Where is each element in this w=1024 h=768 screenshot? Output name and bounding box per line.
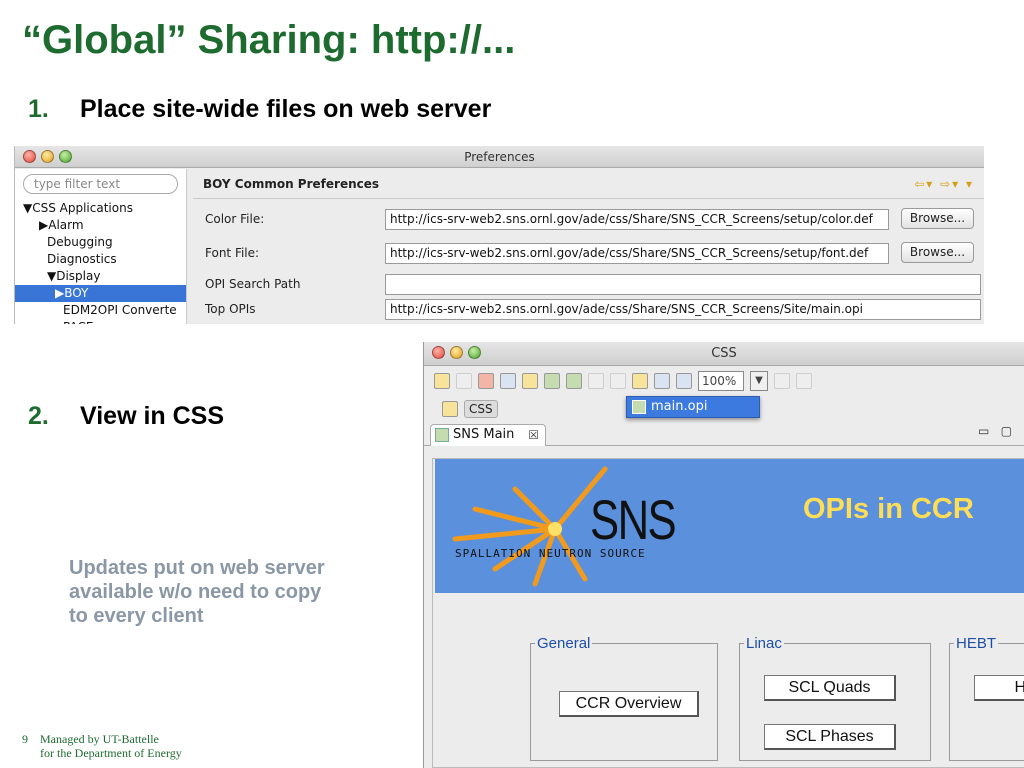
main-opi-menu-item[interactable]: main.opi [626, 396, 760, 418]
step-2: 2. View in CSS [28, 402, 224, 431]
tab-sns-main[interactable]: SNS Main ☒ [430, 424, 546, 446]
footer-line-2: for the Department of Energy [40, 746, 182, 760]
opi-display: SNS SPALLATION NEUTRON SOURCE OPIs in CC… [432, 458, 1024, 768]
pin-icon[interactable] [522, 373, 538, 389]
step-2-text: View in CSS [80, 402, 225, 430]
minimize-window-icon[interactable] [41, 150, 54, 163]
nav-back-icon[interactable] [774, 373, 790, 389]
zoom-level-field[interactable]: 100% [698, 371, 744, 391]
new-file-icon[interactable] [434, 373, 450, 389]
group-hebt: HEBT H [949, 635, 1024, 761]
page-title-text: BOY Common Preferences [203, 177, 380, 191]
group-linac: Linac SCL Quads SCL Phases [739, 635, 931, 761]
top-opis-field[interactable]: http://ics-srv-web2.sns.ornl.gov/ade/css… [385, 299, 981, 320]
tree-item[interactable]: Diagnostics [15, 251, 186, 268]
css-window: CSS 100% ▼ main.opi CSS SNS Main ☒ ▭ ▢ S… [423, 342, 1024, 768]
top-opis-row: Top OPIs http://ics-srv-web2.sns.ornl.go… [193, 297, 984, 321]
top-opis-label: Top OPIs [205, 302, 256, 316]
minimize-maximize-icons[interactable]: ▭ ▢ [978, 424, 1016, 438]
color-file-label: Color File: [205, 212, 265, 226]
preferences-window: Preferences type filter text ▼CSS Applic… [14, 146, 984, 324]
tab-label: SNS Main [453, 427, 515, 442]
open-perspective-icon[interactable] [442, 401, 458, 417]
top-opis-dropdown-icon[interactable] [566, 373, 582, 389]
footer: 9 Managed by UT-Battelle for the Departme… [22, 732, 182, 760]
tree-item[interactable]: ▼CSS Applications [15, 200, 186, 217]
banner-title: OPIs in CCR [803, 493, 974, 525]
step-1-text: Place site-wide files on web server [80, 95, 492, 123]
sns-logo-text: SNS [590, 488, 677, 551]
zoom-dropdown-icon[interactable]: ▼ [750, 371, 768, 391]
preferences-page-title: BOY Common Preferences ⇦▾ ⇨▾ ▾ [193, 169, 984, 199]
main-opi-label: main.opi [651, 399, 708, 414]
css-zoom-window-icon[interactable] [468, 346, 481, 359]
preferences-tree: ▼CSS Applications ▶Alarm Debugging Diagnost… [15, 200, 186, 324]
tree-item[interactable]: EDM2OPI Converte [15, 302, 186, 319]
tab-close-icon[interactable]: ☒ [528, 425, 539, 445]
tree-item[interactable]: ▶BOY [15, 285, 186, 302]
chart-icon[interactable] [544, 373, 560, 389]
step-2-number: 2. [28, 402, 49, 430]
updates-note: Updates put on web server available w/o … [69, 557, 325, 627]
group-general: General CCR Overview [530, 635, 718, 761]
color-file-field[interactable]: http://ics-srv-web2.sns.ornl.gov/ade/css… [385, 209, 889, 230]
font-file-row: Font File: http://ics-srv-web2.sns.ornl.… [193, 241, 984, 265]
scl-quads-button[interactable]: SCL Quads [764, 675, 896, 701]
group-hebt-label: HEBT [954, 635, 999, 652]
sns-banner: SNS SPALLATION NEUTRON SOURCE OPIs in CC… [435, 459, 1024, 593]
css-titlebar: CSS [424, 342, 1024, 366]
font-file-field[interactable]: http://ics-srv-web2.sns.ornl.gov/ade/css… [385, 243, 889, 264]
preferences-page: BOY Common Preferences ⇦▾ ⇨▾ ▾ Color Fil… [193, 169, 984, 324]
css-window-controls [432, 346, 481, 359]
preferences-titlebar: Preferences [15, 146, 984, 168]
zoom-window-icon[interactable] [59, 150, 72, 163]
ccr-overview-button[interactable]: CCR Overview [559, 691, 699, 717]
history-nav-icon[interactable]: ⇦▾ ⇨▾ ▾ [914, 169, 974, 199]
window-controls [23, 150, 72, 163]
undo-icon[interactable] [632, 373, 648, 389]
preferences-sidebar: type filter text ▼CSS Applications ▶Alarm… [15, 169, 187, 324]
group-general-label: General [535, 635, 593, 652]
tree-item[interactable]: Debugging [15, 234, 186, 251]
opi-tab-icon [435, 428, 449, 442]
step-1: 1. Place site-wide files on web server [28, 95, 491, 124]
slide-title: “Global” Sharing: http://... [22, 18, 516, 62]
editor-tab-bar: SNS Main ☒ ▭ ▢ [424, 422, 1024, 446]
opi-search-path-row: OPI Search Path [193, 272, 984, 296]
opi-search-path-field[interactable] [385, 274, 981, 295]
zoom-out-icon[interactable] [676, 373, 692, 389]
opi-search-path-label: OPI Search Path [205, 277, 301, 291]
page-number: 9 [22, 732, 28, 746]
tree-item[interactable]: PACE [15, 319, 186, 324]
opi-file-icon [632, 400, 646, 414]
color-file-row: Color File: http://ics-srv-web2.sns.ornl… [193, 207, 984, 231]
filter-input[interactable]: type filter text [23, 174, 178, 194]
step-1-number: 1. [28, 95, 49, 123]
close-window-icon[interactable] [23, 150, 36, 163]
preferences-title: Preferences [464, 150, 535, 164]
css-window-title: CSS [711, 346, 737, 361]
css-close-window-icon[interactable] [432, 346, 445, 359]
font-file-browse-button[interactable]: Browse... [901, 242, 974, 263]
css-perspective-button[interactable]: CSS [464, 400, 498, 418]
nav-forward-icon[interactable] [796, 373, 812, 389]
font-file-label: Font File: [205, 246, 260, 260]
sns-logo-subtitle: SPALLATION NEUTRON SOURCE [455, 547, 646, 560]
tree-item[interactable]: ▶Alarm [15, 217, 186, 234]
css-toolbar: 100% ▼ [424, 366, 1024, 396]
css-minimize-window-icon[interactable] [450, 346, 463, 359]
tree-item[interactable]: ▼Display [15, 268, 186, 285]
footer-line-1: Managed by UT-Battelle [40, 732, 159, 746]
run-back-icon[interactable] [588, 373, 604, 389]
zoom-in-icon[interactable] [654, 373, 670, 389]
save-icon[interactable] [456, 373, 472, 389]
run-forward-icon[interactable] [610, 373, 626, 389]
color-file-browse-button[interactable]: Browse... [901, 208, 974, 229]
people-icon[interactable] [500, 373, 516, 389]
scl-phases-button[interactable]: SCL Phases [764, 724, 896, 750]
hebt-button[interactable]: H [974, 675, 1024, 701]
group-linac-label: Linac [744, 635, 784, 652]
pencil-icon[interactable] [478, 373, 494, 389]
